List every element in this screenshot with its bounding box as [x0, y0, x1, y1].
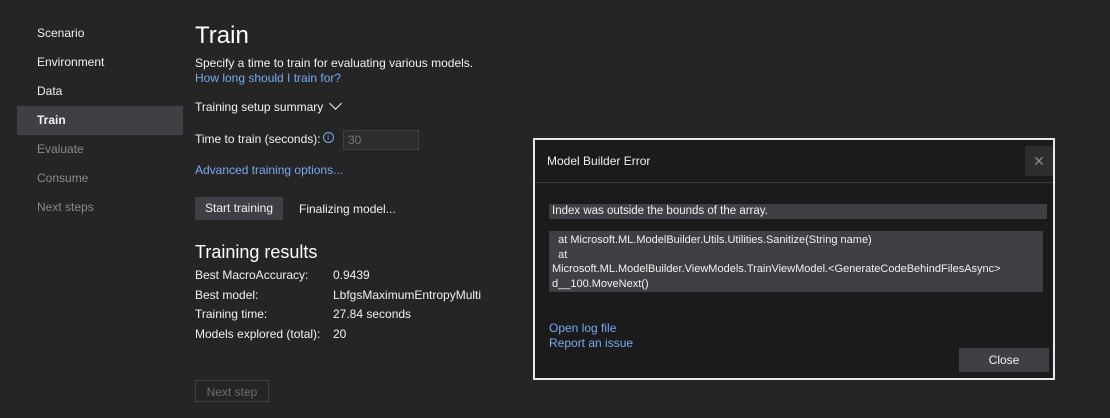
result-value: 27.84 seconds	[333, 307, 412, 321]
sidebar-item-consume: Consume	[37, 171, 89, 185]
sidebar-item-train[interactable]: Train	[17, 106, 183, 135]
time-to-train-label-text: Time to train (seconds):	[195, 132, 321, 146]
result-value: 20	[333, 326, 347, 341]
setup-summary-label: Training setup summary	[195, 100, 324, 114]
chevron-down-icon	[329, 97, 343, 110]
start-training-button[interactable]: Start training	[195, 197, 284, 220]
result-row: Models explored (total): 20	[195, 327, 481, 347]
report-issue-link[interactable]: Report an issue	[549, 336, 633, 350]
time-to-train-label: Time to train (seconds): i	[195, 132, 334, 146]
info-icon[interactable]: i	[322, 132, 334, 143]
result-label: Models explored (total):	[195, 326, 321, 341]
training-status: Finalizing model...	[299, 202, 396, 216]
advanced-training-options-link[interactable]: Advanced training options...	[195, 163, 343, 177]
result-value: LbfgsMaximumEntropyMulti	[333, 287, 482, 302]
sidebar-item-next-steps: Next steps	[37, 200, 94, 214]
result-row: Training time: 27.84 seconds	[195, 307, 481, 327]
result-value: 0.9439	[333, 268, 370, 282]
result-row: Best model: LbfgsMaximumEntropyMulti	[195, 288, 481, 308]
result-label: Training time:	[195, 307, 268, 321]
page-title: Train	[195, 22, 249, 49]
sidebar-item-evaluate: Evaluate	[37, 142, 84, 156]
training-results-table: Best MacroAccuracy: 0.9439 Best model: Lbf…	[195, 268, 481, 346]
result-label: Best model:	[195, 287, 259, 302]
error-dialog: Model Builder Error ✕ Index was outside …	[533, 138, 1055, 380]
sidebar-item-environment[interactable]: Environment	[17, 48, 183, 77]
result-row: Best MacroAccuracy: 0.9439	[195, 268, 481, 288]
training-setup-summary-toggle[interactable]: Training setup summary	[195, 97, 343, 114]
sidebar-nav: Scenario Environment Data Train Evaluate…	[17, 19, 183, 222]
page-description: Specify a time to train for evaluating v…	[195, 56, 474, 70]
next-step-button: Next step	[195, 380, 269, 402]
time-to-train-input[interactable]	[343, 130, 419, 150]
error-message: Index was outside the bounds of the arra…	[549, 204, 1047, 219]
sidebar-item-data[interactable]: Data	[17, 77, 183, 106]
dialog-title: Model Builder Error	[547, 154, 651, 168]
stack-trace: at Microsoft.ML.ModelBuilder.Utils.Utili…	[549, 231, 1043, 292]
dialog-divider	[535, 182, 1053, 183]
training-results-title: Training results	[195, 242, 318, 262]
open-log-file-link[interactable]: Open log file	[549, 321, 616, 335]
close-button[interactable]: Close	[959, 348, 1049, 372]
how-long-link[interactable]: How long should I train for?	[195, 71, 341, 85]
result-label: Best MacroAccuracy:	[195, 268, 309, 282]
sidebar-item-scenario[interactable]: Scenario	[17, 19, 183, 48]
close-icon[interactable]: ✕	[1025, 146, 1053, 176]
